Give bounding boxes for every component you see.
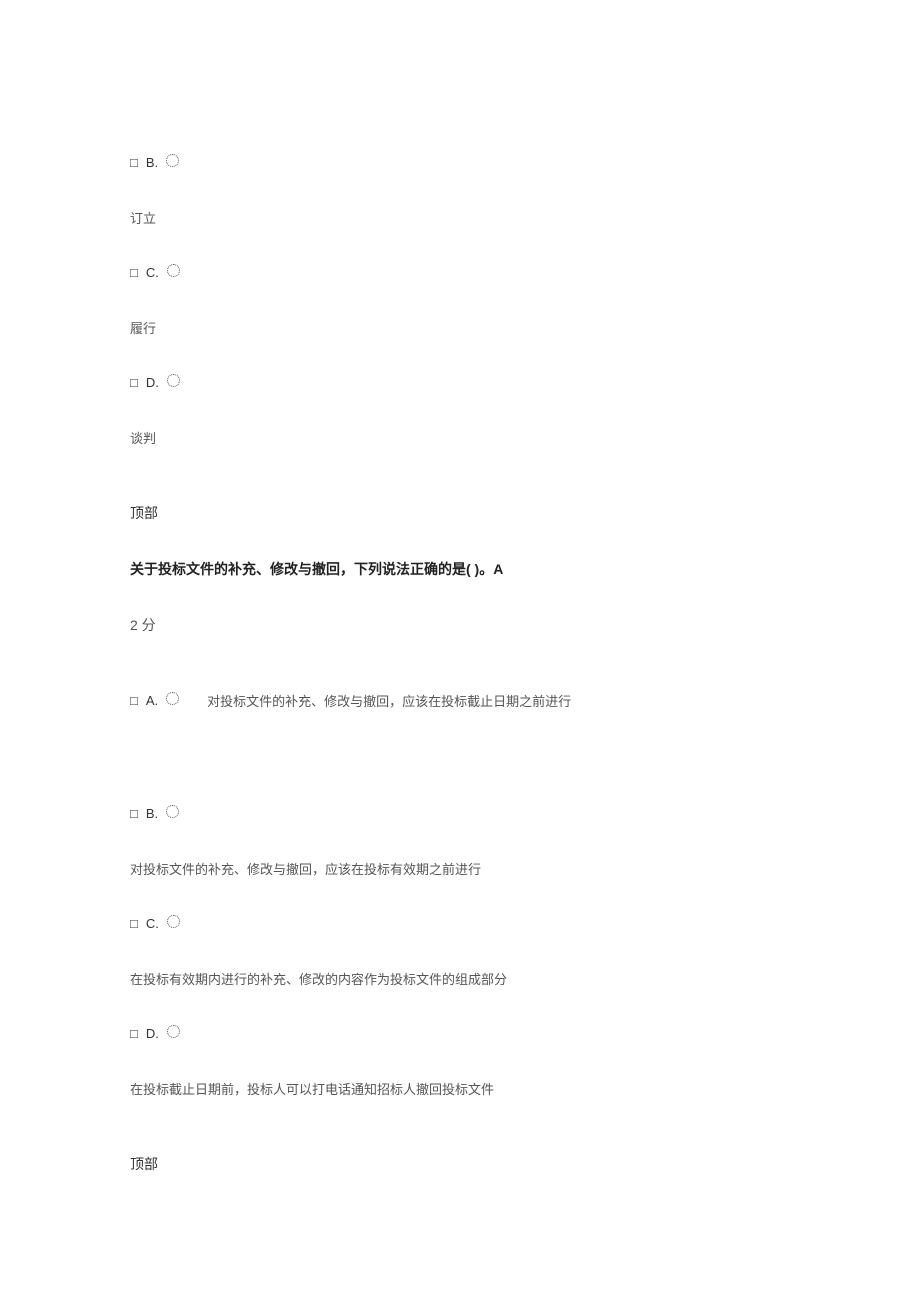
option-letter: D. <box>146 375 159 390</box>
checkbox-icon: □ <box>130 265 138 280</box>
radio-icon <box>166 154 179 167</box>
top-link[interactable]: 顶部 <box>130 503 790 523</box>
q2-points: 2 分 <box>130 615 790 635</box>
checkbox-icon: □ <box>130 916 138 931</box>
radio-icon <box>167 264 180 277</box>
q1-option-c-text: 履行 <box>130 318 790 337</box>
q2-option-a-text: 对投标文件的补充、修改与撤回，应该在投标截止日期之前进行 <box>207 691 571 710</box>
radio-icon <box>167 1025 180 1038</box>
q1-option-d-text: 谈判 <box>130 428 790 447</box>
q1-option-c-row[interactable]: □ C. <box>130 265 790 280</box>
q2-option-d-text: 在投标截止日期前，投标人可以打电话通知招标人撤回投标文件 <box>130 1079 790 1098</box>
radio-icon <box>167 915 180 928</box>
q2-option-a-row[interactable]: □ A. 对投标文件的补充、修改与撤回，应该在投标截止日期之前进行 <box>130 691 790 710</box>
document-page: □ B. 订立 □ C. 履行 □ D. 谈判 顶部 关于投标文件的补充、修改与… <box>0 0 920 1234</box>
q2-option-c-row[interactable]: □ C. <box>130 916 790 931</box>
option-letter: D. <box>146 1026 159 1041</box>
q2-option-d-row[interactable]: □ D. <box>130 1026 790 1041</box>
top-link[interactable]: 顶部 <box>130 1154 790 1174</box>
checkbox-icon: □ <box>130 806 138 821</box>
q2-option-b-row[interactable]: □ B. <box>130 806 790 821</box>
option-letter: B. <box>146 155 158 170</box>
q1-option-b-row[interactable]: □ B. <box>130 155 790 170</box>
q2-title: 关于投标文件的补充、修改与撤回，下列说法正确的是( )。A <box>130 559 790 579</box>
checkbox-icon: □ <box>130 693 138 708</box>
q1-option-b-text: 订立 <box>130 208 790 227</box>
q2-option-c-text: 在投标有效期内进行的补充、修改的内容作为投标文件的组成部分 <box>130 969 790 988</box>
option-letter: A. <box>146 693 158 708</box>
q2-option-b-text: 对投标文件的补充、修改与撤回，应该在投标有效期之前进行 <box>130 859 790 878</box>
option-letter: B. <box>146 806 158 821</box>
radio-icon <box>166 692 179 705</box>
radio-icon <box>166 805 179 818</box>
option-letter: C. <box>146 916 159 931</box>
q1-option-d-row[interactable]: □ D. <box>130 375 790 390</box>
checkbox-icon: □ <box>130 375 138 390</box>
radio-icon <box>167 374 180 387</box>
checkbox-icon: □ <box>130 1026 138 1041</box>
option-letter: C. <box>146 265 159 280</box>
checkbox-icon: □ <box>130 155 138 170</box>
